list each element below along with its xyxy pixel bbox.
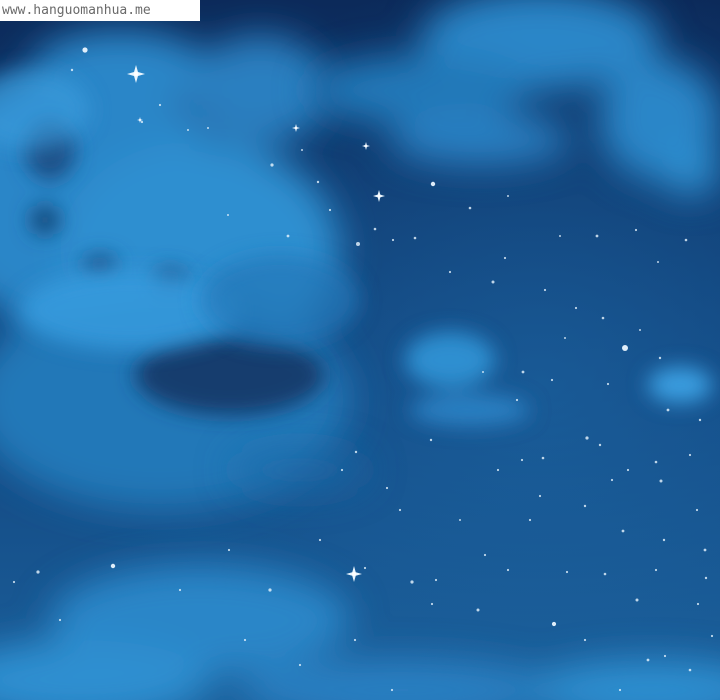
star-icon <box>654 460 658 464</box>
star-icon <box>622 345 628 351</box>
star-icon <box>688 668 692 672</box>
star-icon <box>413 236 417 240</box>
star-icon <box>639 329 641 331</box>
star-icon <box>286 234 290 238</box>
star-icon <box>559 235 561 237</box>
star-icon <box>507 195 509 197</box>
star-icon <box>606 382 610 386</box>
star-icon <box>70 68 74 72</box>
star-icon <box>635 598 639 602</box>
star-icon <box>659 479 663 483</box>
star-icon <box>207 127 209 129</box>
star-icon <box>583 504 587 508</box>
star-icon <box>654 568 658 572</box>
star-icon <box>551 621 557 627</box>
star-icon <box>429 438 433 442</box>
star-icon <box>390 688 394 692</box>
star-icon <box>503 256 507 260</box>
star-icon <box>340 468 344 472</box>
star-icon <box>227 214 229 216</box>
star-icon <box>564 337 566 339</box>
star-icon <box>528 518 532 522</box>
star-icon <box>515 398 519 402</box>
star-icon <box>353 638 357 642</box>
star-icon <box>688 453 692 457</box>
star-icon <box>684 238 688 242</box>
star-icon <box>550 378 554 382</box>
star-icon <box>541 456 545 460</box>
star-icon <box>482 371 484 373</box>
star-icon <box>328 208 332 212</box>
star-icon <box>662 538 666 542</box>
star-icon <box>158 103 162 107</box>
star-icon <box>243 638 247 642</box>
star-icon <box>543 288 547 292</box>
star-icon <box>538 494 542 498</box>
star-icon <box>430 602 434 606</box>
star-icon <box>483 553 487 557</box>
star-icon <box>316 180 320 184</box>
star-icon <box>704 576 708 580</box>
star-icon <box>506 568 510 572</box>
star-icon <box>301 149 303 151</box>
star-icon <box>82 47 88 53</box>
star-icon <box>227 548 231 552</box>
star-icon <box>666 408 670 412</box>
star-icon <box>391 238 395 242</box>
star-icon <box>58 618 62 622</box>
star-icon <box>356 242 360 246</box>
star-icon <box>601 316 605 320</box>
star-icon <box>178 588 182 592</box>
star-icon <box>363 566 367 570</box>
star-icon <box>140 120 144 124</box>
star-icon <box>187 129 189 131</box>
star-icon <box>696 602 700 606</box>
star-icon <box>583 638 587 642</box>
star-icon <box>318 538 322 542</box>
star-icon <box>626 468 630 472</box>
star-icon <box>598 443 602 447</box>
star-icon <box>520 458 524 462</box>
star-icon <box>496 468 500 472</box>
star-icon <box>385 486 389 490</box>
star-icon <box>585 436 589 440</box>
star-icon <box>574 306 578 310</box>
star-icon <box>710 634 714 638</box>
star-icon <box>603 572 607 576</box>
star-icon <box>621 529 625 533</box>
star-icon <box>491 280 495 284</box>
night-sky-panel: www.hanguomanhua.me <box>0 0 720 700</box>
star-icon <box>646 658 650 662</box>
star-icon <box>459 519 461 521</box>
star-icon <box>618 688 622 692</box>
star-icon <box>663 654 667 658</box>
night-sky-scene <box>0 0 720 700</box>
star-icon <box>373 227 377 231</box>
watermark: www.hanguomanhua.me <box>0 0 200 21</box>
star-icon <box>354 450 358 454</box>
star-icon <box>12 580 16 584</box>
star-icon <box>468 206 472 210</box>
star-icon <box>698 418 702 422</box>
star-icon <box>634 228 638 232</box>
star-icon <box>270 163 274 167</box>
star-icon <box>448 270 452 274</box>
star-icon <box>521 370 525 374</box>
star-icon <box>110 563 116 569</box>
star-icon <box>610 478 614 482</box>
star-icon <box>703 548 707 552</box>
star-icon <box>595 234 599 238</box>
star-icon <box>430 181 436 187</box>
star-icon <box>36 570 40 574</box>
star-icon <box>565 570 569 574</box>
star-icon <box>298 663 302 667</box>
star-icon <box>657 261 659 263</box>
star-icon <box>434 578 438 582</box>
star-icon <box>658 356 662 360</box>
star-icon <box>476 608 480 612</box>
star-icon <box>398 508 402 512</box>
star-icon <box>695 508 699 512</box>
star-icon <box>410 580 414 584</box>
star-icon <box>268 588 272 592</box>
